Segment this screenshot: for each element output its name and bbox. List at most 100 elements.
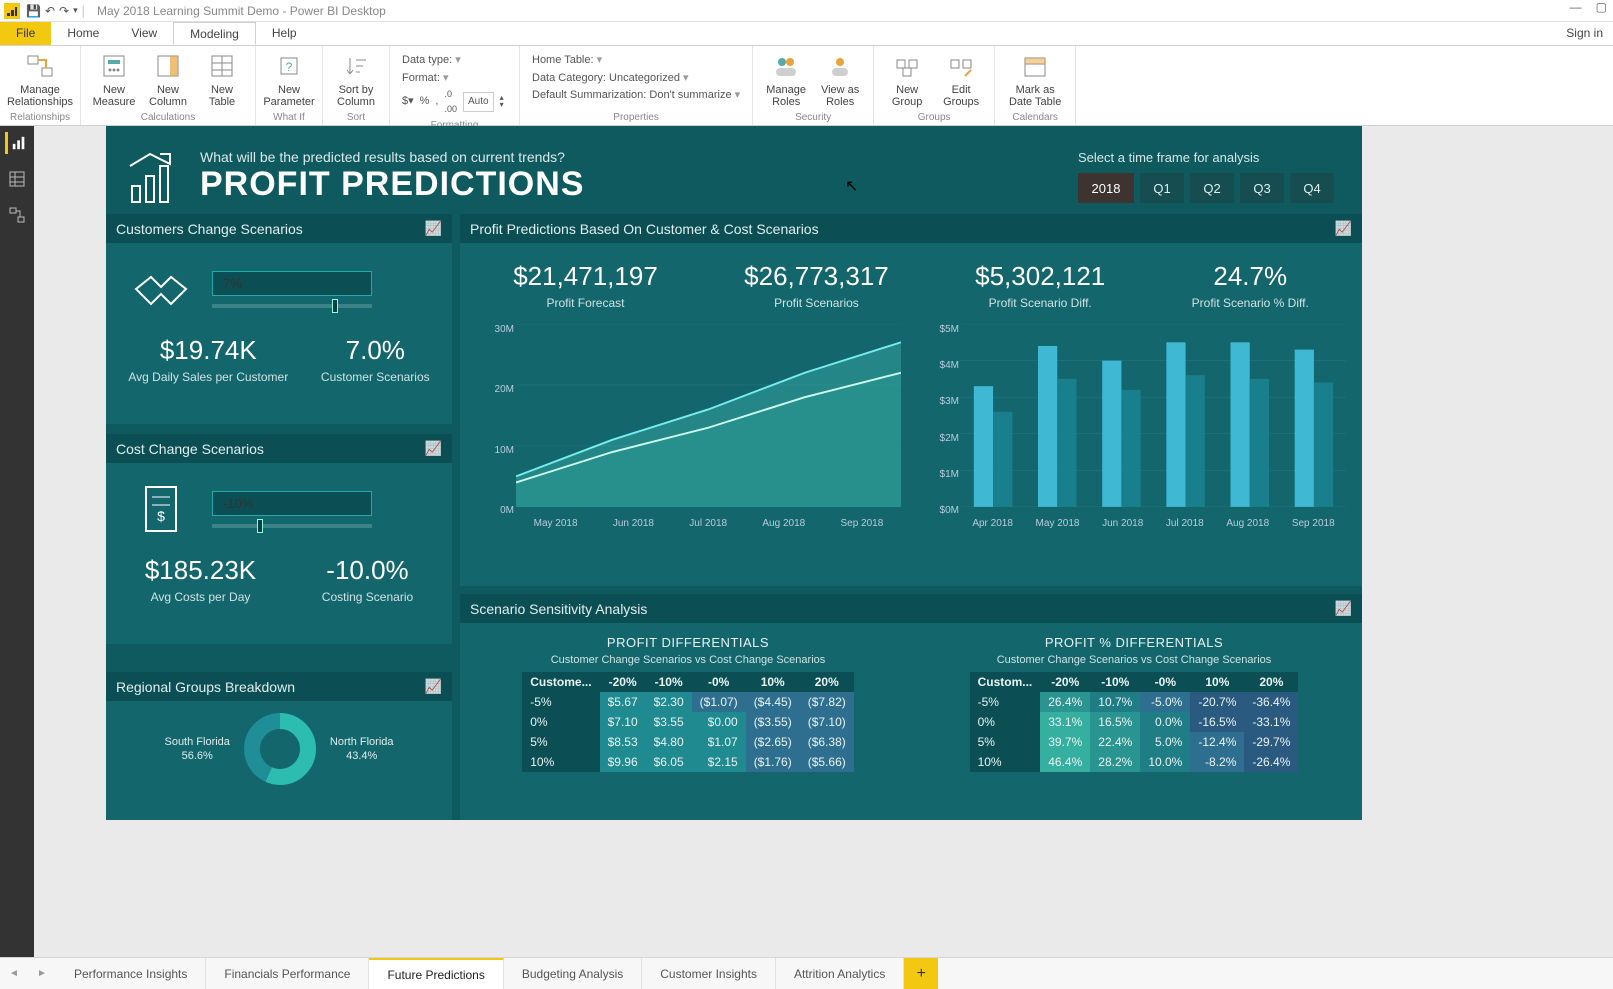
kpi-label: Profit Forecast xyxy=(513,296,658,310)
panel-title: Customers Change Scenarios xyxy=(116,221,303,237)
regional-panel: Regional Groups Breakdown📈 South Florida… xyxy=(106,672,452,820)
sign-in-link[interactable]: Sign in xyxy=(1556,22,1613,45)
redo-icon[interactable]: ↷ xyxy=(59,4,69,18)
decimal-icon[interactable]: .0.00 xyxy=(444,87,457,116)
trend-logo-icon xyxy=(120,146,190,206)
page-tab[interactable]: Performance Insights xyxy=(56,958,206,989)
handshake-icon xyxy=(126,259,196,319)
matrix-table[interactable]: Custom...-20%-10%-0%10%20%-5%26.4%10.7%-… xyxy=(970,672,1299,772)
save-icon[interactable]: 💾 xyxy=(26,4,41,18)
line-chart-icon[interactable]: 📈 xyxy=(425,440,442,457)
kpi-value: $26,773,317 xyxy=(744,261,889,292)
tab-home[interactable]: Home xyxy=(51,22,115,45)
area-chart[interactable]: 30M20M10M0M May 2018Jun 2018Jul 2018Aug … xyxy=(476,324,901,534)
new-parameter-button[interactable]: ?New Parameter xyxy=(264,50,314,108)
customer-scenario-value: 7.0% xyxy=(321,335,430,366)
data-category-dropdown[interactable]: Data Category: Uncategorized xyxy=(532,70,740,88)
new-measure-button[interactable]: New Measure xyxy=(89,50,139,108)
north-florida-label: North Florida43.4% xyxy=(330,735,394,764)
panel-title: Profit Predictions Based On Customer & C… xyxy=(470,221,819,237)
sensitivity-panel: Scenario Sensitivity Analysis📈 PROFIT DI… xyxy=(460,594,1362,820)
window-title: May 2018 Learning Summit Demo - Power BI… xyxy=(97,4,386,18)
sort-by-column-button[interactable]: Sort by Column xyxy=(331,50,381,108)
customer-slider[interactable] xyxy=(212,304,372,308)
bar-chart[interactable]: $5M$4M$3M$2M$1M$0M Apr 2018May 2018Jun 2… xyxy=(921,324,1346,534)
quick-access-toolbar: 💾 ↶ ↷ ▾ xyxy=(26,4,78,18)
report-canvas: ↖ What will be the predicted results bas… xyxy=(34,126,1613,957)
title-bar: 💾 ↶ ↷ ▾ | May 2018 Learning Summit Demo … xyxy=(0,0,1613,22)
page-tab[interactable]: Attrition Analytics xyxy=(776,958,904,989)
manage-relationships-button[interactable]: Manage Relationships xyxy=(8,50,72,108)
mark-date-table-button[interactable]: Mark as Date Table xyxy=(1003,50,1067,108)
line-chart-icon[interactable]: 📈 xyxy=(425,220,442,237)
currency-icon[interactable]: $▾ xyxy=(402,93,414,111)
minimize-icon[interactable]: — xyxy=(1570,0,1582,14)
undo-icon[interactable]: ↶ xyxy=(45,4,55,18)
window-controls: — ▢ xyxy=(1570,0,1607,14)
formatting-panel: Data type: Format: $▾ % , .0.00 Auto ▴▾ xyxy=(398,50,511,118)
properties-panel: Home Table: Data Category: Uncategorized… xyxy=(528,50,744,107)
summarization-dropdown[interactable]: Default Summarization: Don't summarize xyxy=(532,87,740,105)
avg-daily-sales-value: $19.74K xyxy=(128,335,288,366)
q3-button[interactable]: Q3 xyxy=(1240,173,1284,203)
page-tab[interactable]: Budgeting Analysis xyxy=(504,958,642,989)
group-label: Properties xyxy=(528,110,744,123)
line-chart-icon[interactable]: 📈 xyxy=(1335,220,1352,237)
add-page-button[interactable]: + xyxy=(904,958,938,989)
matrix-table[interactable]: Custome...-20%-10%-0%10%20%-5%$5.67$2.30… xyxy=(522,672,854,772)
view-as-roles-button[interactable]: View as Roles xyxy=(815,50,865,108)
group-label: Security xyxy=(761,110,865,123)
page-nav-prev[interactable]: ◄ xyxy=(0,958,28,989)
line-chart-icon[interactable]: 📈 xyxy=(1335,600,1352,617)
q1-button[interactable]: Q1 xyxy=(1140,173,1184,203)
new-column-button[interactable]: New Column xyxy=(143,50,193,108)
costing-scenario-value: -10.0% xyxy=(322,555,413,586)
new-group-button[interactable]: New Group xyxy=(882,50,932,108)
line-chart-icon[interactable]: 📈 xyxy=(425,678,442,695)
year-button[interactable]: 2018 xyxy=(1078,173,1134,203)
page-tab[interactable]: Financials Performance xyxy=(206,958,369,989)
new-group-icon xyxy=(891,50,923,82)
group-label: Groups xyxy=(882,110,986,123)
data-type-dropdown[interactable]: Data type: xyxy=(402,52,507,70)
page-nav-next[interactable]: ► xyxy=(28,958,56,989)
profit-pct-diff-table: PROFIT % DIFFERENTIALS Customer Change S… xyxy=(926,629,1342,772)
tab-view[interactable]: View xyxy=(115,22,173,45)
timeframe-selector: Select a time frame for analysis 2018 Q1… xyxy=(1078,150,1334,203)
tab-modeling[interactable]: Modeling xyxy=(173,22,256,45)
timeframe-label: Select a time frame for analysis xyxy=(1078,150,1334,165)
data-view-icon[interactable] xyxy=(6,168,28,190)
panel-title: Regional Groups Breakdown xyxy=(116,679,295,695)
format-dropdown[interactable]: Format: xyxy=(402,70,507,88)
tab-file[interactable]: File xyxy=(0,22,51,45)
roles-icon xyxy=(770,50,802,82)
auto-box[interactable]: Auto xyxy=(463,92,494,112)
view-rail xyxy=(0,126,34,957)
new-table-button[interactable]: New Table xyxy=(197,50,247,108)
stepper-icon[interactable]: ▴▾ xyxy=(500,95,504,108)
percent-icon[interactable]: % xyxy=(420,93,430,111)
manage-roles-button[interactable]: Manage Roles xyxy=(761,50,811,108)
q2-button[interactable]: Q2 xyxy=(1190,173,1234,203)
profit-diff-table: PROFIT DIFFERENTIALS Customer Change Sce… xyxy=(480,629,896,772)
cost-slider-value: -10% xyxy=(212,491,372,516)
donut-chart[interactable] xyxy=(240,709,320,789)
tab-help[interactable]: Help xyxy=(256,22,313,45)
edit-groups-button[interactable]: Edit Groups xyxy=(936,50,986,108)
home-table-dropdown[interactable]: Home Table: xyxy=(532,52,740,70)
comma-icon[interactable]: , xyxy=(435,93,438,111)
q4-button[interactable]: Q4 xyxy=(1290,173,1334,203)
page-tab[interactable]: Customer Insights xyxy=(642,958,776,989)
page-tab[interactable]: Future Predictions xyxy=(369,958,503,989)
qat-dropdown-icon[interactable]: ▾ xyxy=(73,5,78,16)
sort-icon xyxy=(340,50,372,82)
maximize-icon[interactable]: ▢ xyxy=(1596,0,1607,14)
report-view-icon[interactable] xyxy=(5,132,27,154)
model-view-icon[interactable] xyxy=(6,204,28,226)
svg-text:?: ? xyxy=(286,60,293,74)
cost-slider[interactable] xyxy=(212,524,372,528)
ribbon-tabs: File Home View Modeling Help Sign in xyxy=(0,22,1613,46)
parameter-icon: ? xyxy=(273,50,305,82)
viewas-icon xyxy=(824,50,856,82)
page-title: PROFIT PREDICTIONS xyxy=(200,165,584,204)
